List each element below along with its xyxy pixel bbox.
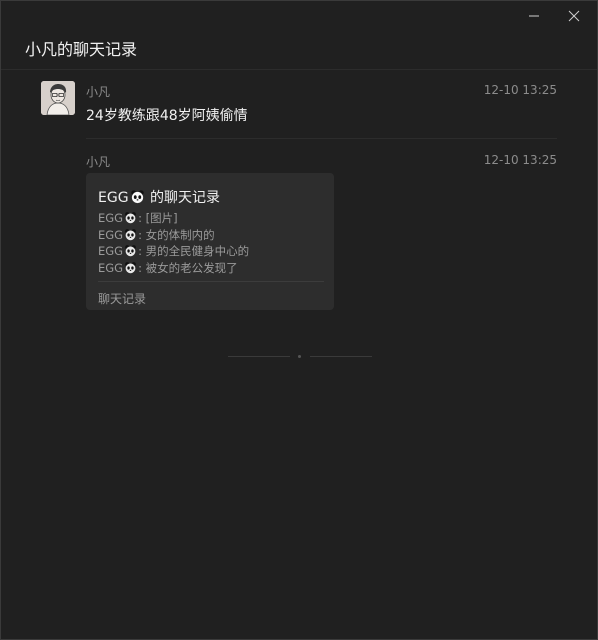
window-controls <box>525 7 583 25</box>
card-preview-lines: EGG : [图片] EGG : 女的体制内的 EGG : 男的全民健身中心的 EGG… <box>98 210 249 276</box>
minimize-button[interactable] <box>525 7 543 25</box>
avatar-image <box>41 81 75 115</box>
chat-record-card[interactable]: EGG 的聊天记录 EGG : [图片] EGG : 女的体制内的 EGG : 男的全… <box>86 173 334 310</box>
card-line-sender: EGG <box>98 260 124 275</box>
panda-emoji-icon <box>125 212 136 224</box>
sender-name[interactable]: 小凡 <box>86 83 110 100</box>
card-title-name: EGG <box>98 190 129 206</box>
close-icon <box>568 10 580 22</box>
card-preview-line: EGG : [图片] <box>98 210 249 227</box>
end-of-list-line <box>228 356 290 357</box>
card-line-text: : 被女的老公发现了 <box>138 260 238 275</box>
chat-history-window: 小凡的聊天记录 小凡 12-10 13:25 24岁教练跟48岁阿姨偷情 小凡 … <box>0 0 598 640</box>
card-line-text: : 男的全民健身中心的 <box>138 244 250 258</box>
message-text[interactable]: 24岁教练跟48岁阿姨偷情 <box>86 105 248 125</box>
avatar[interactable] <box>41 81 75 115</box>
message-time: 12-10 13:25 <box>483 153 557 167</box>
end-of-list-line <box>310 356 372 357</box>
close-button[interactable] <box>565 7 583 25</box>
card-title: EGG 的聊天记录 <box>98 187 220 207</box>
sender-name[interactable]: 小凡 <box>86 153 110 170</box>
card-divider <box>98 281 324 282</box>
card-preview-line: EGG : 被女的老公发现了 <box>98 260 249 277</box>
panda-emoji-icon <box>125 245 136 257</box>
card-line-sender: EGG <box>98 244 124 258</box>
header-divider <box>1 69 597 70</box>
window-title: 小凡的聊天记录 <box>25 40 138 59</box>
end-of-list-dot <box>298 355 301 358</box>
panda-emoji-icon <box>130 190 144 204</box>
minimize-icon <box>529 15 539 17</box>
message-time: 12-10 13:25 <box>483 83 557 97</box>
message-separator <box>86 138 557 139</box>
card-line-sender: EGG <box>98 211 124 225</box>
panda-emoji-icon <box>125 261 136 273</box>
card-line-sender: EGG <box>98 227 124 242</box>
card-footer-label: 聊天记录 <box>98 292 147 306</box>
card-title-suffix: 的聊天记录 <box>145 190 220 206</box>
panda-emoji-icon <box>125 228 136 240</box>
card-preview-line: EGG : 男的全民健身中心的 <box>98 243 249 260</box>
card-line-text: : [图片] <box>138 211 178 225</box>
card-line-text: : 女的体制内的 <box>138 227 215 242</box>
card-preview-line: EGG : 女的体制内的 <box>98 227 249 244</box>
